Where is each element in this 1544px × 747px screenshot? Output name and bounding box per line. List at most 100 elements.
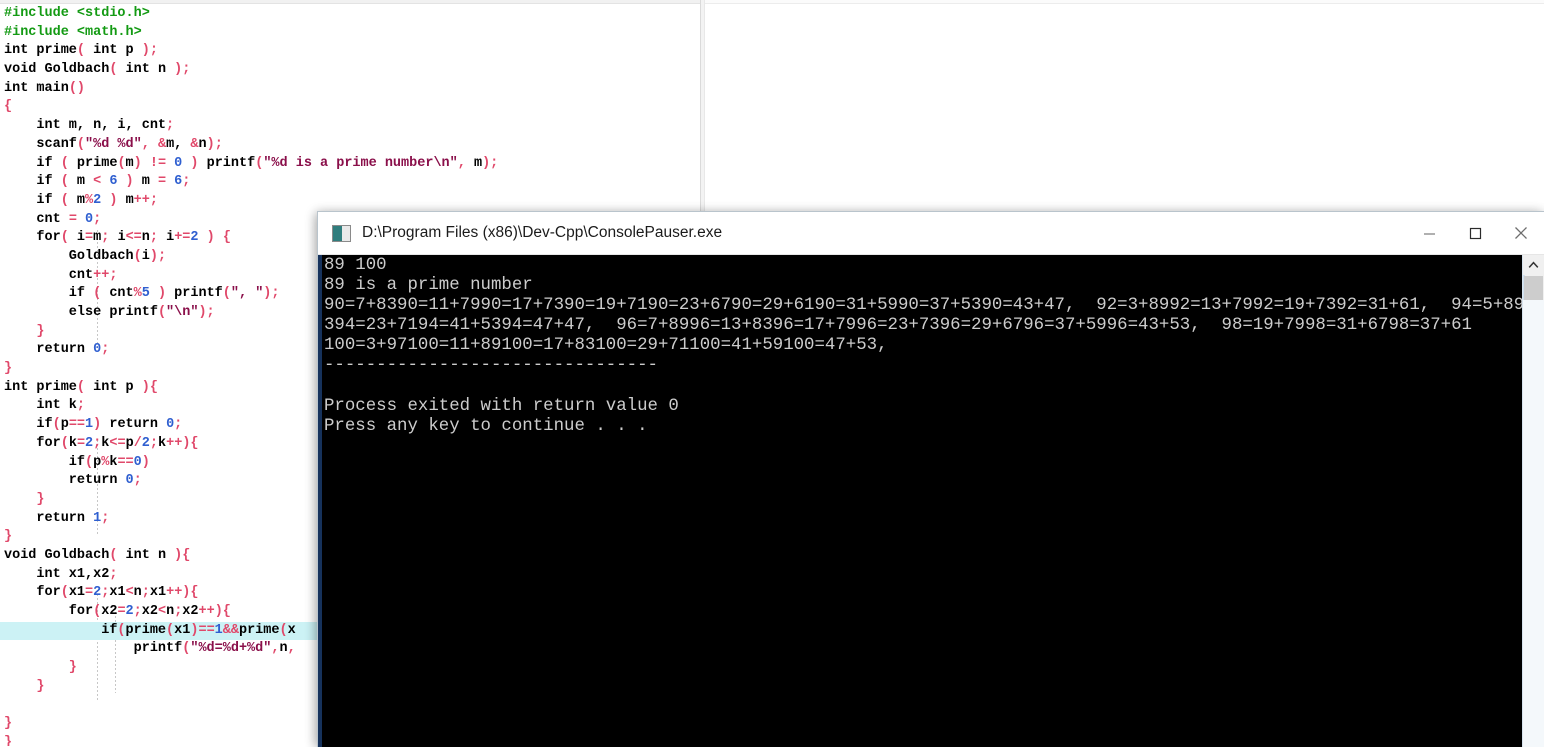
code-token: k [158,435,167,451]
code-token: , [287,641,296,657]
code-token: ( [76,379,86,395]
code-line[interactable]: #include <stdio.h> [0,5,700,24]
code-token: { [4,99,13,115]
code-token: for [4,585,61,601]
code-token: if [4,192,61,208]
console-output-region[interactable]: 89 100 89 is a prime number 90=7+8390=11+7… [318,255,1522,747]
code-token: n [279,641,288,657]
code-token: ( [93,286,110,302]
code-token: #include [4,6,77,21]
scroll-track[interactable] [1523,300,1544,747]
code-token: i [141,248,150,264]
code-token: ) [149,286,175,302]
code-token: ++){ [166,435,199,451]
code-line[interactable]: { [0,98,700,117]
maximize-button[interactable] [1452,212,1498,254]
code-token: < [93,174,110,190]
code-token: int n [117,62,175,78]
code-token: ; [101,510,110,526]
code-token: 0 [85,211,94,227]
code-token: < [125,585,134,601]
code-token: int prime [4,43,77,59]
code-token: ) [133,155,150,171]
code-token: int m, n, i, cnt [4,118,167,134]
console-window[interactable]: D:\Program Files (x86)\Dev-Cpp\ConsolePa… [318,212,1544,747]
code-token: i [76,230,86,246]
code-token: m [141,174,158,190]
code-token: n [133,585,142,601]
code-token: prime [125,622,167,638]
code-token: m [473,155,483,171]
code-line[interactable]: #include <math.h> [0,24,700,43]
code-token: n [141,230,150,246]
code-token: <stdio.h> [76,6,150,21]
code-token: n [198,136,207,152]
code-line[interactable]: if ( m < 6 ) m = 6; [0,173,700,192]
code-token: == [198,622,215,638]
code-token: = [117,604,126,619]
code-token: ( [60,174,77,190]
scroll-thumb[interactable] [1524,276,1543,300]
code-token: printf [109,305,158,320]
code-line[interactable]: int main() [0,80,700,99]
close-button[interactable] [1498,212,1544,254]
code-line[interactable]: void Goldbach( int n ); [0,61,700,80]
code-token: if [4,286,94,302]
console-title-bar[interactable]: D:\Program Files (x86)\Dev-Cpp\ConsolePa… [318,212,1544,255]
code-token: return [109,417,167,433]
code-token: && [222,622,239,638]
code-token: ( [85,454,94,470]
code-token: = [85,585,94,601]
minimize-button[interactable] [1406,212,1452,254]
scroll-up-arrow[interactable] [1523,255,1544,275]
code-token: void Goldbach [4,547,110,563]
code-token: for [4,435,61,451]
code-token: m [76,174,94,190]
code-token: ; [149,435,159,451]
code-token: () [68,80,86,96]
code-token: for [4,230,61,246]
code-token: "%d=%d+%d" [190,641,272,657]
code-token: if [4,174,61,190]
console-output-line: 90=7+8390=11+7990=17+7390=19+7190=23+679… [324,296,1522,316]
code-token: ) [117,174,142,190]
code-token: scanf [4,136,77,152]
code-token: != [149,155,175,171]
code-token: "\n" [166,305,199,320]
code-token: ", " [230,286,264,302]
code-line[interactable]: if ( prime(m) != 0 ) printf("%d is a pri… [0,155,700,174]
window-controls[interactable] [1406,212,1544,254]
code-token: ; [101,342,110,358]
code-line[interactable]: int prime( int p ); [0,42,700,61]
code-token: ; [109,566,118,582]
code-line[interactable]: scanf("%d %d", &m, &n); [0,136,700,155]
code-token: ; [133,473,142,489]
code-token: } [4,678,45,694]
code-token: } [4,716,13,732]
code-token: ); [482,155,499,171]
code-token: ; [101,230,118,246]
code-token: ( [157,305,167,320]
code-token: ); [206,136,223,152]
code-line[interactable]: if ( m%2 ) m++; [0,192,700,211]
code-token: p [125,435,134,451]
console-output-line: 100=3+97100=11+89100=17+83100=29+71100=4… [324,336,888,356]
console-client-area[interactable]: 89 100 89 is a prime number 90=7+8390=11+7… [318,255,1544,747]
code-token: ( [117,155,126,171]
console-scrollbar[interactable] [1522,255,1544,747]
code-token: ){ [174,547,191,563]
code-line[interactable]: int m, n, i, cnt; [0,117,700,136]
code-token: x2 [141,604,158,619]
code-token: ) [101,192,126,208]
code-token: printf [206,155,256,171]
code-token: ( [52,417,61,433]
code-token: ) [141,454,150,470]
code-token: == [117,454,134,470]
console-output-line: 394=23+7194=41+5394=47+47, 96=7+8996=13+… [324,316,1472,336]
code-token: == [68,417,86,433]
code-token: 1 [85,417,94,433]
code-token: printf [4,641,183,657]
code-token: m [125,155,134,171]
code-token: ( [133,248,142,264]
